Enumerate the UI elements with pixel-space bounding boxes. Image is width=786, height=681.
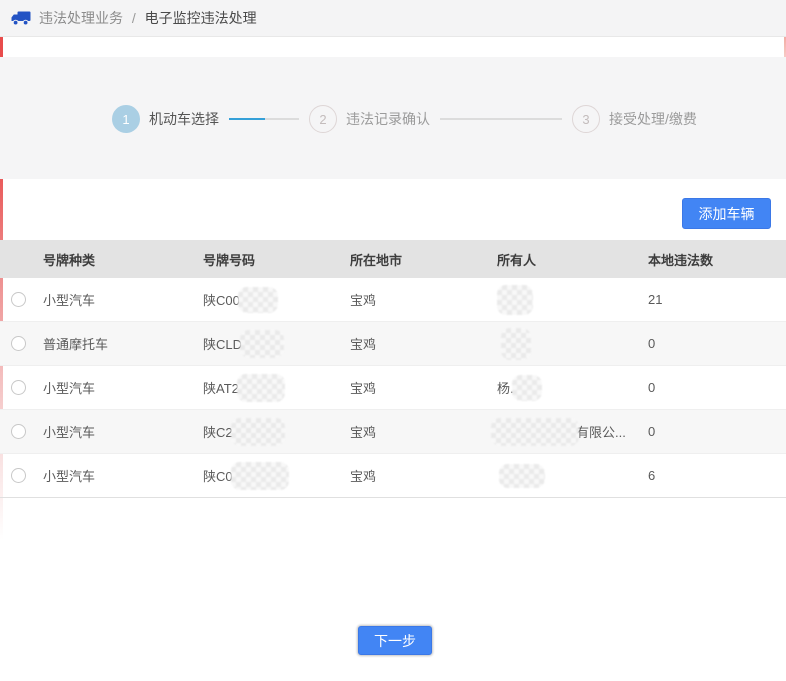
city: 宝鸡: [350, 378, 497, 397]
step-3-label: 接受处理/缴费: [609, 109, 697, 129]
redacted-blob: [231, 418, 285, 446]
step-2-label: 违法记录确认: [346, 109, 430, 129]
row-1-radio[interactable]: [11, 292, 26, 307]
plate-type: 普通摩托车: [43, 334, 203, 353]
city: 宝鸡: [350, 290, 497, 309]
col-plate-number: 号牌号码: [203, 250, 350, 269]
add-vehicle-button[interactable]: 添加车辆: [682, 198, 771, 229]
table-row: 小型汽车 陕C00 宝鸡 21: [0, 278, 786, 322]
violation-count: 0: [648, 336, 786, 351]
table-row: 小型汽车 陕AT2 宝鸡 杨. 0: [0, 366, 786, 410]
table-header: 号牌种类 号牌号码 所在地市 所有人 本地违法数: [0, 240, 786, 278]
redacted-blob: [501, 328, 531, 360]
plate-number: 陕C0: [203, 466, 233, 485]
redacted-blob: [499, 464, 545, 488]
connector-2: [440, 118, 562, 120]
vehicle-table-body: 小型汽车 陕C00 宝鸡 21 普通摩托车 陕CLD 宝鸡 0 小型汽车 陕AT…: [0, 278, 786, 498]
violation-processing-page: 违法处理业务 / 电子监控违法处理 1 机动车选择 2 违法记录确认 3 接受处…: [0, 0, 786, 681]
redacted-blob: [240, 330, 284, 358]
row-4-radio[interactable]: [11, 424, 26, 439]
connector-1: [229, 118, 299, 120]
stepper-panel: 1 机动车选择 2 违法记录确认 3 接受处理/缴费: [0, 57, 786, 179]
city: 宝鸡: [350, 422, 497, 441]
row-2-radio[interactable]: [11, 336, 26, 351]
step-1-circle: 1: [112, 105, 140, 133]
plate-number: 陕C2: [203, 422, 233, 441]
step-1-label: 机动车选择: [149, 109, 219, 129]
plate-number: 陕C00: [203, 290, 240, 309]
plate-type: 小型汽车: [43, 466, 203, 485]
breadcrumb: 违法处理业务 / 电子监控违法处理: [39, 8, 257, 28]
table-row: 普通摩托车 陕CLD 宝鸡 0: [0, 322, 786, 366]
violation-count: 6: [648, 468, 786, 483]
step-3-circle: 3: [572, 105, 600, 133]
violation-count: 0: [648, 424, 786, 439]
breadcrumb-current-page: 电子监控违法处理: [145, 10, 257, 26]
violation-count: 0: [648, 380, 786, 395]
col-local-violations: 本地违法数: [648, 250, 786, 269]
table-row: 小型汽车 陕C2 宝鸡 有限公... 0: [0, 410, 786, 454]
violation-count: 21: [648, 292, 786, 307]
plate-type: 小型汽车: [43, 422, 203, 441]
owner: 有限公...: [576, 422, 626, 441]
plate-type: 小型汽车: [43, 378, 203, 397]
breadcrumb-bar: 违法处理业务 / 电子监控违法处理: [0, 0, 786, 37]
plate-type: 小型汽车: [43, 290, 203, 309]
plate-number: 陕AT2: [203, 378, 239, 397]
col-owner: 所有人: [497, 250, 648, 269]
row-3-radio[interactable]: [11, 380, 26, 395]
col-plate-type: 号牌种类: [43, 250, 203, 269]
row-5-radio[interactable]: [11, 468, 26, 483]
next-step-button[interactable]: 下一步: [358, 626, 432, 655]
col-city: 所在地市: [350, 250, 497, 269]
stepper: 1 机动车选择 2 违法记录确认 3 接受处理/缴费: [112, 105, 707, 133]
truck-icon: [11, 11, 31, 26]
redacted-blob: [491, 418, 579, 446]
redacted-blob: [512, 375, 542, 401]
step-2-circle: 2: [309, 105, 337, 133]
redacted-blob: [238, 287, 278, 313]
breadcrumb-section[interactable]: 违法处理业务: [39, 10, 123, 26]
city: 宝鸡: [350, 334, 497, 353]
plate-number: 陕CLD: [203, 334, 242, 353]
redacted-blob: [231, 462, 289, 490]
redacted-blob: [497, 285, 533, 315]
redacted-blob: [237, 374, 285, 402]
table-row: 小型汽车 陕C0 宝鸡 6: [0, 454, 786, 498]
breadcrumb-separator: /: [132, 10, 136, 26]
city: 宝鸡: [350, 466, 497, 485]
